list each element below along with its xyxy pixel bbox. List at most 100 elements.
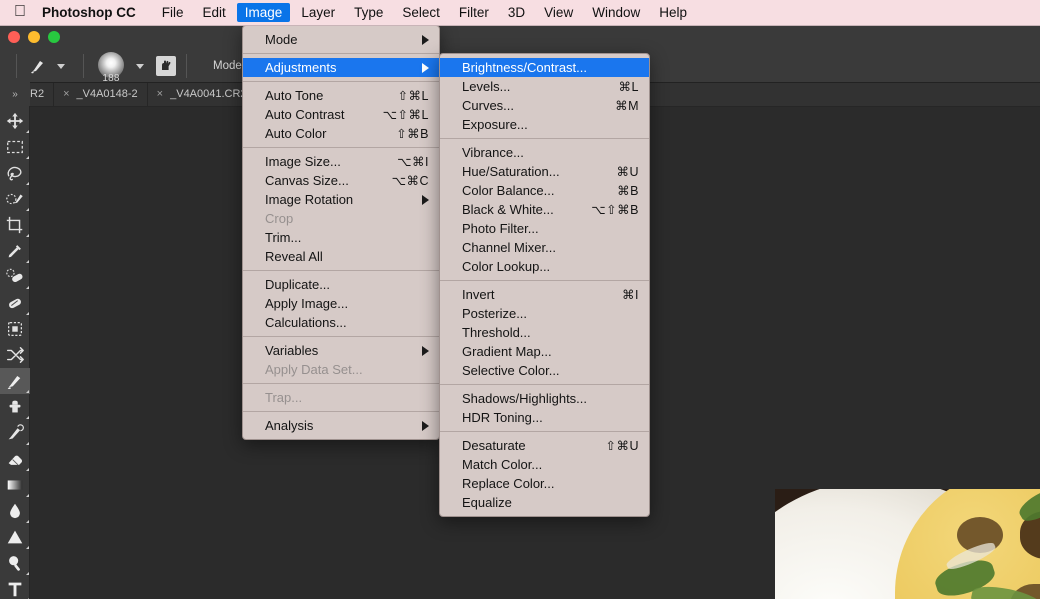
menu-item-desaturate[interactable]: Desaturate ⇧⌘U: [440, 436, 649, 455]
menu-item-invert[interactable]: Invert ⌘I: [440, 285, 649, 304]
close-icon[interactable]: ×: [157, 88, 163, 100]
menu-item-canvas-size[interactable]: Canvas Size... ⌥⌘C: [243, 171, 439, 190]
menubar-item-view[interactable]: View: [536, 3, 581, 22]
menu-item-hue-saturation[interactable]: Hue/Saturation... ⌘U: [440, 162, 649, 181]
menubar-item-filter[interactable]: Filter: [451, 3, 497, 22]
menu-item-black-white[interactable]: Black & White... ⌥⇧⌘B: [440, 200, 649, 219]
brush-preset-chevron-down-icon[interactable]: [57, 63, 65, 69]
close-icon[interactable]: ×: [63, 88, 69, 100]
menu-item-trim[interactable]: Trim...: [243, 228, 439, 247]
tool-dock-expand-button[interactable]: »: [0, 82, 30, 106]
close-window-button[interactable]: [8, 31, 20, 43]
menu-item-apply-image[interactable]: Apply Image...: [243, 294, 439, 313]
menu-item-equalize[interactable]: Equalize: [440, 493, 649, 512]
menu-item-replace-color[interactable]: Replace Color...: [440, 474, 649, 493]
tool-flyout-triangle-icon[interactable]: [26, 442, 29, 445]
blur-tool[interactable]: [0, 498, 30, 524]
clone-stamp-tool[interactable]: [0, 394, 30, 420]
tool-flyout-triangle-icon[interactable]: [26, 260, 29, 263]
brush-tool-icon[interactable]: [27, 55, 49, 77]
tool-flyout-triangle-icon[interactable]: [26, 286, 29, 289]
menu-item-auto-tone[interactable]: Auto Tone ⇧⌘L: [243, 86, 439, 105]
menu-item-curves[interactable]: Curves... ⌘M: [440, 96, 649, 115]
menubar-item-layer[interactable]: Layer: [293, 3, 343, 22]
menu-item-gradient-map[interactable]: Gradient Map...: [440, 342, 649, 361]
menubar-item-edit[interactable]: Edit: [195, 3, 234, 22]
menubar-item-help[interactable]: Help: [651, 3, 695, 22]
menu-item-shadows-highlights[interactable]: Shadows/Highlights...: [440, 389, 649, 408]
rectangular-marquee-tool[interactable]: [0, 134, 30, 160]
quick-selection-tool[interactable]: [0, 186, 30, 212]
menu-item-auto-color[interactable]: Auto Color ⇧⌘B: [243, 124, 439, 143]
tool-flyout-triangle-icon[interactable]: [26, 390, 29, 393]
document-tab[interactable]: × _V4A0148-2: [54, 82, 148, 106]
history-brush-tool[interactable]: [0, 420, 30, 446]
menu-item-posterize[interactable]: Posterize...: [440, 304, 649, 323]
tool-flyout-triangle-icon[interactable]: [26, 520, 29, 523]
brush-tool[interactable]: [0, 368, 30, 394]
tool-flyout-triangle-icon[interactable]: [26, 234, 29, 237]
document-tab[interactable]: × _V4A0041.CR2: [147, 82, 257, 106]
lasso-tool[interactable]: [0, 160, 30, 186]
menubar-item-select[interactable]: Select: [394, 3, 448, 22]
type-tool[interactable]: [0, 576, 30, 599]
menu-item-image-size[interactable]: Image Size... ⌥⌘I: [243, 152, 439, 171]
spot-healing-brush-tool[interactable]: [0, 264, 30, 290]
menu-item-match-color[interactable]: Match Color...: [440, 455, 649, 474]
burn-tool[interactable]: [0, 550, 30, 576]
tool-flyout-triangle-icon[interactable]: [26, 182, 29, 185]
tool-flyout-triangle-icon[interactable]: [26, 156, 29, 159]
menu-item-exposure[interactable]: Exposure...: [440, 115, 649, 134]
menu-item-adjustments[interactable]: Adjustments: [243, 58, 439, 77]
crop-tool[interactable]: [0, 212, 30, 238]
menu-item-levels[interactable]: Levels... ⌘L: [440, 77, 649, 96]
menu-item-threshold[interactable]: Threshold...: [440, 323, 649, 342]
menu-item-shortcut: ⌘L: [618, 80, 639, 94]
menubar-item-window[interactable]: Window: [584, 3, 648, 22]
menu-item-analysis[interactable]: Analysis: [243, 416, 439, 435]
menubar-item-type[interactable]: Type: [346, 3, 391, 22]
menu-item-image-rotation[interactable]: Image Rotation: [243, 190, 439, 209]
tool-flyout-triangle-icon[interactable]: [26, 546, 29, 549]
tool-flyout-triangle-icon[interactable]: [26, 130, 29, 133]
gradient-tool[interactable]: [0, 472, 30, 498]
content-aware-move-tool[interactable]: [0, 316, 30, 342]
tool-flyout-triangle-icon[interactable]: [26, 572, 29, 575]
maximize-window-button[interactable]: [48, 31, 60, 43]
menu-item-color-balance[interactable]: Color Balance... ⌘B: [440, 181, 649, 200]
menu-item-vibrance[interactable]: Vibrance...: [440, 143, 649, 162]
brush-preview-picker[interactable]: 188: [94, 51, 128, 84]
menu-item-selective-color[interactable]: Selective Color...: [440, 361, 649, 380]
menu-item-variables[interactable]: Variables: [243, 341, 439, 360]
tool-flyout-triangle-icon[interactable]: [26, 312, 29, 315]
move-tool[interactable]: [0, 108, 30, 134]
shuffle-tool[interactable]: [0, 342, 30, 368]
eraser-tool[interactable]: [0, 446, 30, 472]
menubar-item-3d[interactable]: 3D: [500, 3, 533, 22]
menu-item-auto-contrast[interactable]: Auto Contrast ⌥⇧⌘L: [243, 105, 439, 124]
apple-logo-icon[interactable]: : [14, 3, 26, 20]
tool-flyout-triangle-icon[interactable]: [26, 416, 29, 419]
tablet-pressure-icon[interactable]: [156, 56, 176, 76]
menu-item-duplicate[interactable]: Duplicate...: [243, 275, 439, 294]
menu-item-hdr-toning[interactable]: HDR Toning...: [440, 408, 649, 427]
menu-item-calculations[interactable]: Calculations...: [243, 313, 439, 332]
tool-flyout-triangle-icon[interactable]: [26, 468, 29, 471]
menu-item-mode[interactable]: Mode: [243, 30, 439, 49]
menubar-item-image[interactable]: Image: [236, 3, 291, 22]
document-tab[interactable]: R2: [30, 82, 55, 106]
menu-item-channel-mixer[interactable]: Channel Mixer...: [440, 238, 649, 257]
tool-flyout-triangle-icon[interactable]: [26, 494, 29, 497]
document-tab-label: R2: [30, 88, 45, 100]
menubar-item-file[interactable]: File: [154, 3, 192, 22]
patch-tool[interactable]: [0, 290, 30, 316]
menu-item-color-lookup[interactable]: Color Lookup...: [440, 257, 649, 276]
menu-item-photo-filter[interactable]: Photo Filter...: [440, 219, 649, 238]
menu-item-brightness-contrast[interactable]: Brightness/Contrast...: [440, 58, 649, 77]
tool-flyout-triangle-icon[interactable]: [26, 208, 29, 211]
menu-item-reveal-all[interactable]: Reveal All: [243, 247, 439, 266]
brush-size-chevron-down-icon[interactable]: [136, 63, 144, 69]
dodge-tool[interactable]: [0, 524, 30, 550]
eyedropper-tool[interactable]: [0, 238, 30, 264]
minimize-window-button[interactable]: [28, 31, 40, 43]
